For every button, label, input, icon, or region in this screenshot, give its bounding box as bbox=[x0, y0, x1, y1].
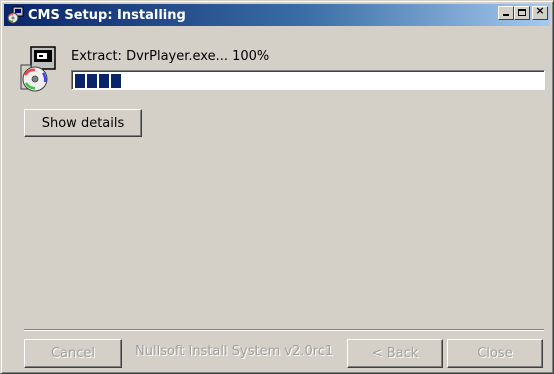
progress-fill bbox=[75, 74, 121, 88]
progress-block bbox=[75, 74, 85, 88]
footer-separator bbox=[24, 329, 544, 331]
progress-block bbox=[87, 74, 97, 88]
window-title: CMS Setup: Installing bbox=[28, 7, 186, 23]
setup-cd-icon bbox=[15, 45, 63, 93]
close-icon: × bbox=[535, 4, 545, 17]
progress-block bbox=[99, 74, 109, 88]
progress-status-text: Extract: DvrPlayer.exe... 100% bbox=[71, 49, 270, 64]
branding-text: Nullsoft Install System v2.0rc1 bbox=[135, 344, 334, 359]
show-details-button[interactable]: Show details bbox=[24, 109, 142, 137]
title-bar-buttons: × bbox=[498, 4, 548, 20]
maximize-icon bbox=[518, 9, 526, 16]
close-window-button[interactable]: × bbox=[532, 4, 548, 20]
cancel-button[interactable]: Cancel bbox=[24, 339, 122, 368]
install-progress-bar bbox=[71, 70, 545, 90]
minimize-button[interactable] bbox=[498, 6, 514, 20]
maximize-button[interactable] bbox=[514, 6, 530, 20]
title-bar[interactable]: CMS Setup: Installing × bbox=[4, 4, 550, 26]
back-button[interactable]: < Back bbox=[347, 339, 443, 368]
close-button[interactable]: Close bbox=[447, 339, 543, 368]
progress-block bbox=[111, 74, 121, 88]
minimize-icon bbox=[503, 14, 509, 16]
installer-window: CMS Setup: Installing × Extract: DvrPlay… bbox=[0, 0, 554, 374]
installer-icon bbox=[7, 6, 25, 24]
